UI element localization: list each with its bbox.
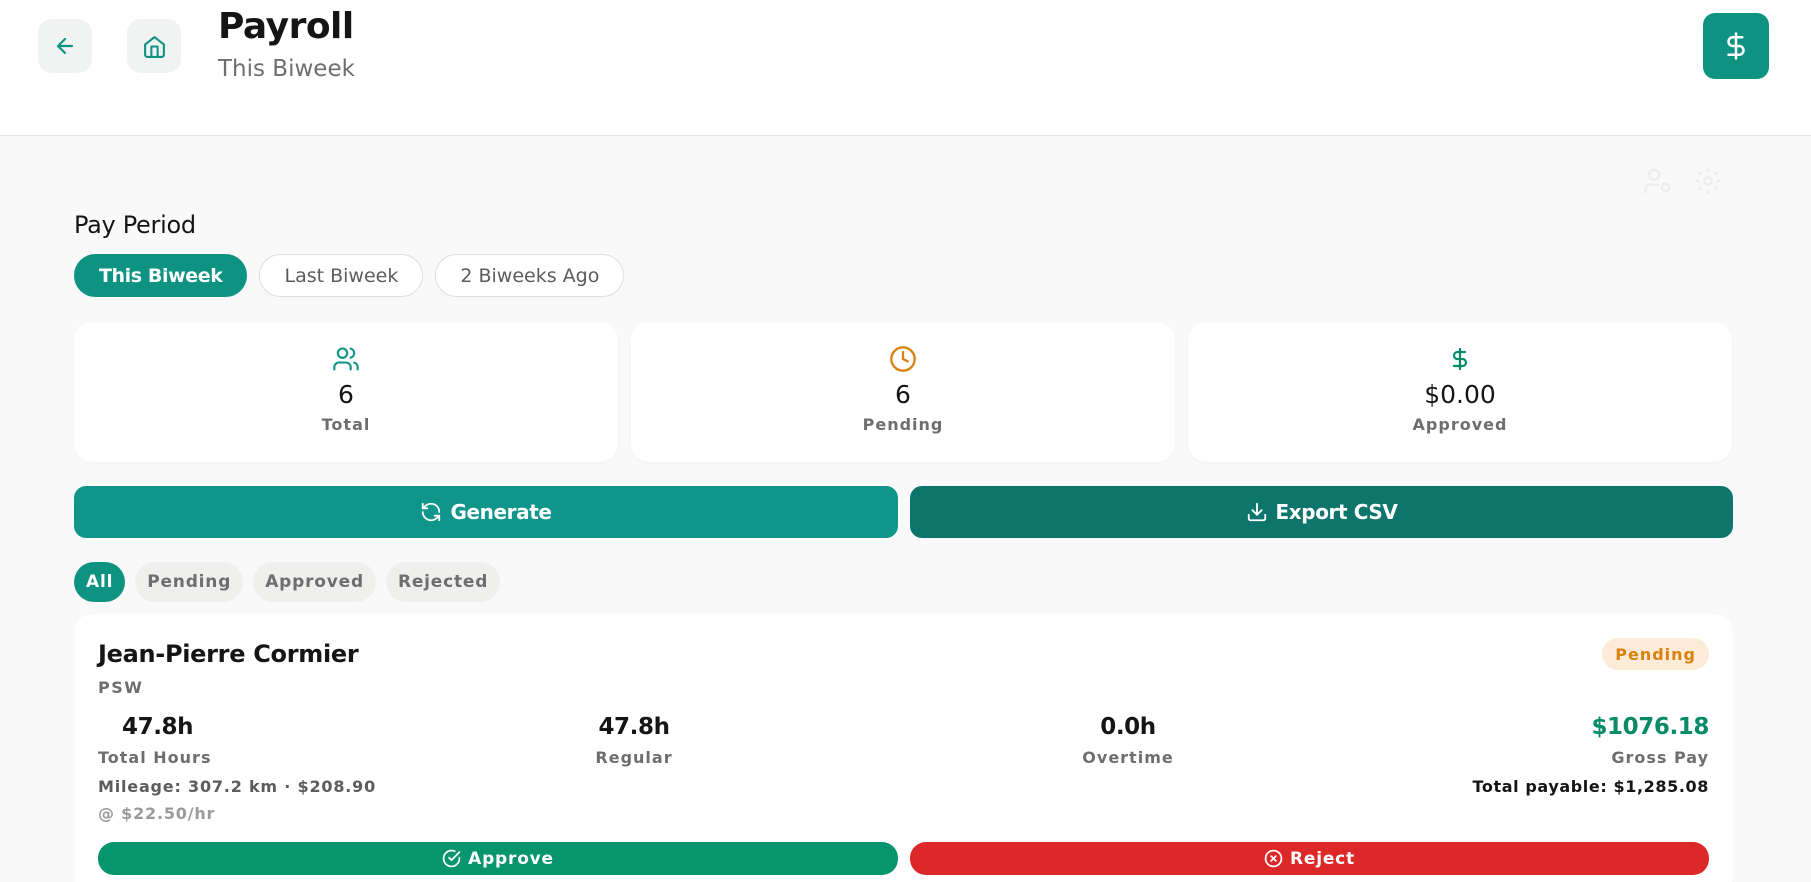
filter-pending[interactable]: Pending xyxy=(135,562,244,602)
page-title: Payroll xyxy=(218,6,354,47)
generate-label: Generate xyxy=(450,500,552,524)
faint-toolbar xyxy=(1643,166,1723,196)
hourly-rate: @ $22.50/hr xyxy=(98,804,216,823)
approve-button[interactable]: Approve xyxy=(98,842,898,875)
reject-button[interactable]: Reject xyxy=(910,842,1709,875)
payroll-dollar-button[interactable] xyxy=(1703,13,1769,79)
overtime-value: 0.0h xyxy=(1100,714,1156,740)
employee-card: Jean-Pierre Cormier PSW Pending 47.8h To… xyxy=(74,614,1733,882)
employee-name: Jean-Pierre Cormier xyxy=(98,640,359,668)
metric-gross-pay: $1076.18 Gross Pay xyxy=(1591,714,1709,767)
period-tab-this-biweek[interactable]: This Biweek xyxy=(74,254,248,297)
filter-rejected[interactable]: Rejected xyxy=(385,562,501,602)
status-filter-bar: All Pending Approved Rejected xyxy=(74,562,501,602)
clock-icon xyxy=(890,346,916,372)
total-hours-label: Total Hours xyxy=(98,748,212,767)
period-tab-2-biweeks-ago[interactable]: 2 Biweeks Ago xyxy=(435,254,625,297)
users-icon xyxy=(333,347,359,371)
refresh-icon xyxy=(422,502,441,522)
stat-label: Pending xyxy=(862,415,944,434)
download-icon xyxy=(1247,502,1266,522)
pay-period-label: Pay Period xyxy=(74,211,196,239)
metric-regular: 47.8h Regular xyxy=(584,714,684,767)
app-header: Payroll This Biweek xyxy=(0,0,1811,136)
gross-pay-label: Gross Pay xyxy=(1611,748,1709,767)
home-button[interactable] xyxy=(127,19,181,73)
metric-total-hours: 47.8h Total Hours xyxy=(98,714,211,767)
status-badge: Pending xyxy=(1602,638,1709,670)
filter-all[interactable]: All xyxy=(74,562,126,602)
gross-pay-value: $1076.18 xyxy=(1591,714,1709,740)
reject-label: Reject xyxy=(1290,848,1355,869)
stat-label: Total xyxy=(321,415,371,434)
x-circle-icon xyxy=(1264,849,1283,868)
stat-value: $0.00 xyxy=(1424,380,1496,409)
approve-label: Approve xyxy=(468,848,554,869)
stat-card-pending: 6 Pending xyxy=(631,322,1175,462)
back-button[interactable] xyxy=(38,19,92,73)
arrow-left-icon xyxy=(56,37,74,55)
regular-label: Regular xyxy=(595,748,673,767)
total-payable: Total payable: $1,285.08 xyxy=(1472,777,1709,796)
mileage-text: Mileage: 307.2 km · $208.90 xyxy=(98,777,376,796)
period-tab-last-biweek[interactable]: Last Biweek xyxy=(259,254,424,297)
metric-overtime: 0.0h Overtime xyxy=(1078,714,1178,767)
gear-icon[interactable] xyxy=(1693,166,1723,196)
filter-approved[interactable]: Approved xyxy=(253,562,376,602)
page-subtitle: This Biweek xyxy=(218,56,355,82)
total-hours-value: 47.8h xyxy=(122,714,194,740)
export-csv-button[interactable]: Export CSV xyxy=(910,486,1733,538)
dollar-icon xyxy=(1452,347,1468,371)
check-circle-icon xyxy=(442,849,461,868)
stat-value: 6 xyxy=(895,380,911,409)
export-label: Export CSV xyxy=(1275,500,1398,524)
generate-button[interactable]: Generate xyxy=(74,486,898,538)
regular-value: 47.8h xyxy=(598,714,670,740)
user-settings-icon[interactable] xyxy=(1643,166,1673,196)
overtime-label: Overtime xyxy=(1082,748,1174,767)
pay-period-tabs: This Biweek Last Biweek 2 Biweeks Ago xyxy=(74,254,625,297)
stat-card-total: 6 Total xyxy=(74,322,618,462)
dollar-icon xyxy=(1727,32,1745,60)
employee-role: PSW xyxy=(98,678,144,697)
home-icon xyxy=(143,35,165,58)
stat-card-approved: $0.00 Approved xyxy=(1188,322,1732,462)
stat-value: 6 xyxy=(338,380,354,409)
stat-label: Approved xyxy=(1412,415,1508,434)
